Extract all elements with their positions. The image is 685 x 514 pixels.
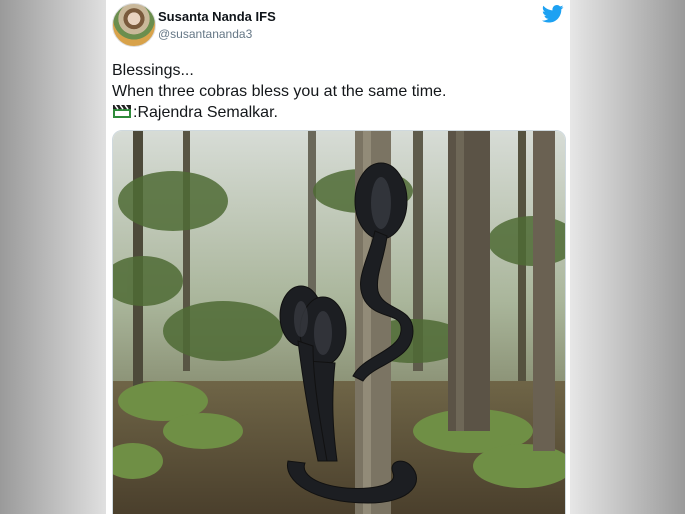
author-name[interactable]: Susanta Nanda IFS [158, 9, 276, 24]
tweet-photo[interactable] [112, 130, 566, 514]
tweet-text: Blessings... When three cobras bless you… [112, 60, 562, 123]
tweet-line-1: Blessings... [112, 62, 194, 79]
author-handle[interactable]: @susantananda3 [158, 27, 252, 41]
avatar[interactable] [112, 3, 156, 47]
credit-text: :Rajendra Semalkar. [133, 104, 278, 121]
tweet-credit-line: :Rajendra Semalkar. [112, 102, 562, 123]
tweet-line-2: When three cobras bless you at the same … [112, 83, 447, 100]
twitter-bird-icon[interactable] [542, 5, 564, 23]
tweet-card: Susanta Nanda IFS @susantananda3 Blessin… [106, 0, 570, 514]
clapperboard-icon [113, 104, 131, 118]
